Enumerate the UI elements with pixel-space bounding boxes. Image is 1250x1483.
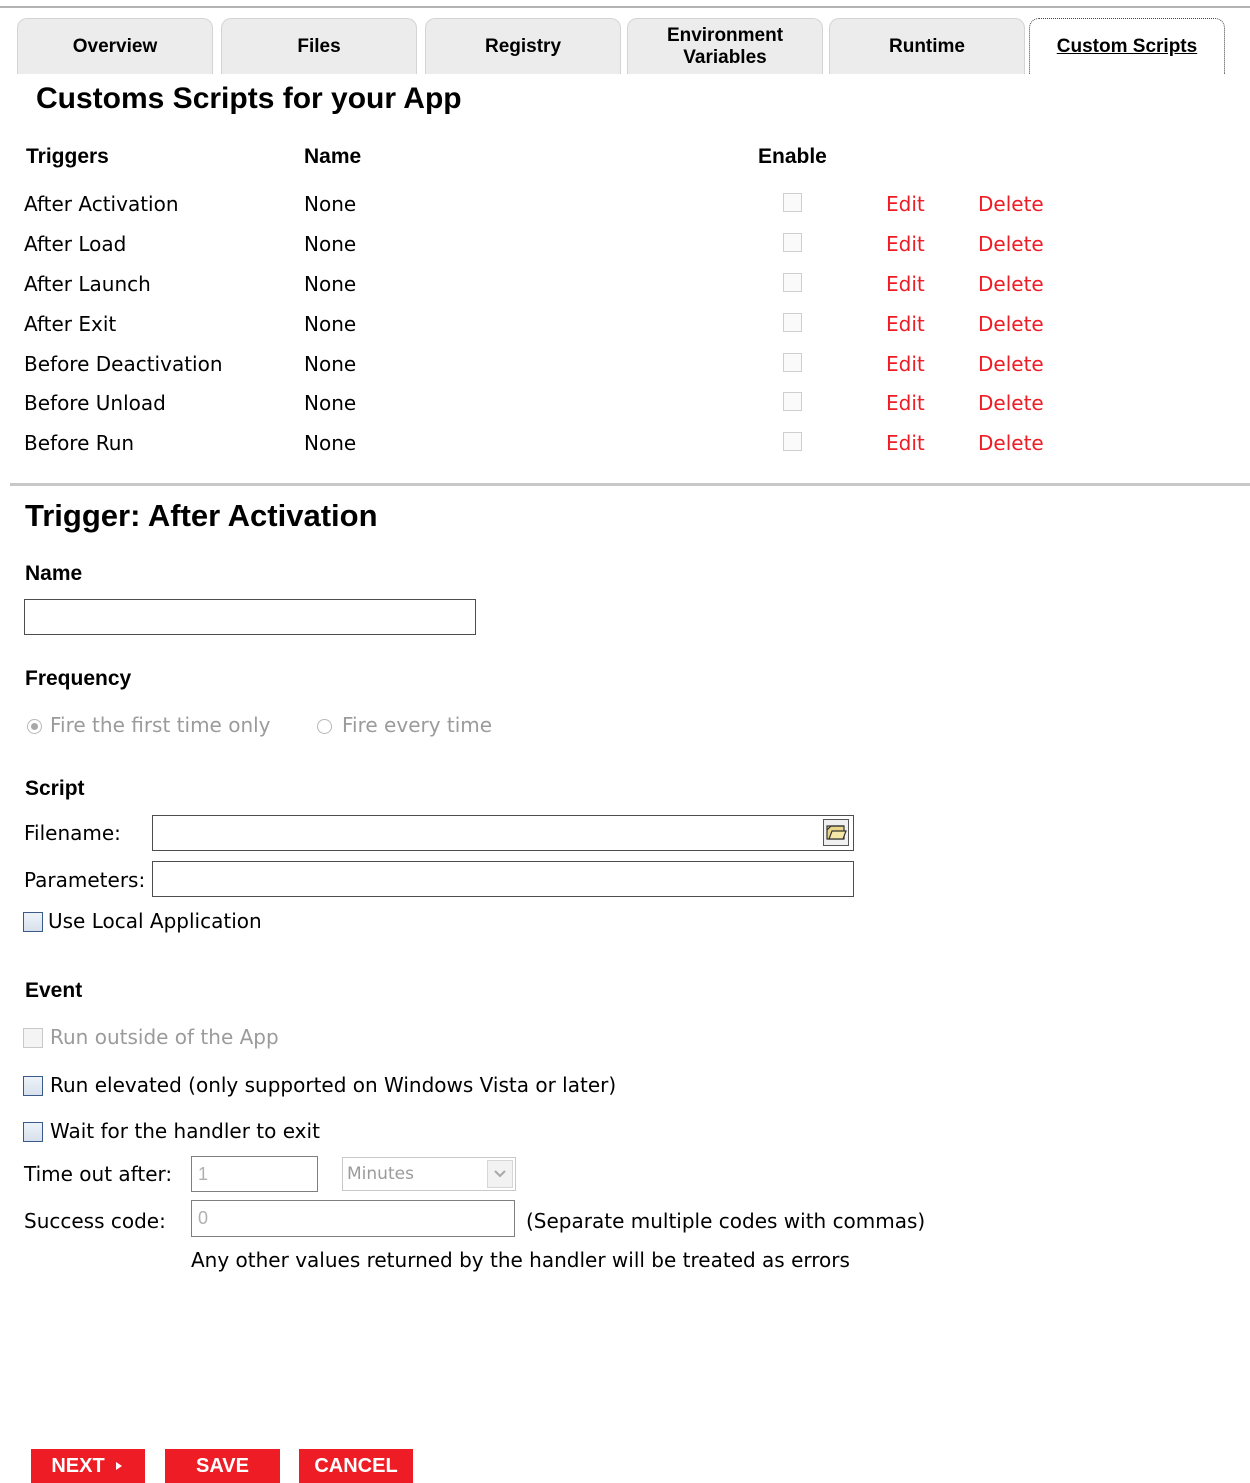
name-cell: None xyxy=(304,312,357,336)
timeout-unit-value: Minutes xyxy=(347,1164,414,1184)
wait-handler-checkbox[interactable] xyxy=(23,1122,43,1142)
delete-link[interactable]: Delete xyxy=(978,311,1044,337)
name-cell: None xyxy=(304,272,357,296)
delete-link[interactable]: Delete xyxy=(978,430,1044,456)
trigger-cell: After Launch xyxy=(24,272,151,296)
edit-link[interactable]: Edit xyxy=(886,231,925,257)
use-local-application-checkbox[interactable] xyxy=(23,912,43,932)
column-header-triggers: Triggers xyxy=(26,145,109,168)
name-input[interactable] xyxy=(24,599,476,635)
enable-checkbox[interactable] xyxy=(783,313,802,332)
edit-link[interactable]: Edit xyxy=(886,430,925,456)
table-row: After Exit None Edit Delete xyxy=(0,311,1250,351)
enable-checkbox[interactable] xyxy=(783,273,802,292)
radio-fire-every-time[interactable] xyxy=(317,719,332,734)
run-elevated-label: Run elevated (only supported on Windows … xyxy=(50,1073,617,1097)
success-code-label: Success code: xyxy=(24,1209,166,1233)
edit-link[interactable]: Edit xyxy=(886,271,925,297)
run-elevated-checkbox[interactable] xyxy=(23,1076,43,1096)
column-header-enable: Enable xyxy=(758,145,827,168)
tab-custom-scripts[interactable]: Custom Scripts xyxy=(1029,18,1225,74)
filename-label: Filename: xyxy=(24,821,121,845)
success-code-hint: (Separate multiple codes with commas) xyxy=(526,1209,926,1233)
next-button[interactable]: NEXT xyxy=(31,1449,145,1483)
trigger-cell: After Activation xyxy=(24,192,179,216)
run-outside-label: Run outside of the App xyxy=(50,1025,279,1049)
timeout-input[interactable] xyxy=(191,1156,318,1192)
tab-overview[interactable]: Overview xyxy=(17,18,213,74)
trigger-cell: Before Deactivation xyxy=(24,352,223,376)
folder-open-icon[interactable] xyxy=(823,819,849,846)
wait-handler-label: Wait for the handler to exit xyxy=(50,1119,320,1143)
name-cell: None xyxy=(304,192,357,216)
parameters-input[interactable] xyxy=(152,861,854,897)
name-cell: None xyxy=(304,232,357,256)
delete-link[interactable]: Delete xyxy=(978,231,1044,257)
save-button[interactable]: SAVE xyxy=(165,1449,280,1483)
errors-note: Any other values returned by the handler… xyxy=(191,1248,850,1272)
delete-link[interactable]: Delete xyxy=(978,351,1044,377)
edit-link[interactable]: Edit xyxy=(886,390,925,416)
name-cell: None xyxy=(304,391,357,415)
enable-checkbox[interactable] xyxy=(783,193,802,212)
tab-environment-variables[interactable]: Environment Variables xyxy=(627,18,823,74)
table-row: Before Unload None Edit Delete xyxy=(0,390,1250,430)
name-cell: None xyxy=(304,352,357,376)
enable-checkbox[interactable] xyxy=(783,353,802,372)
column-header-name: Name xyxy=(304,145,362,168)
timeout-unit-select[interactable]: Minutes xyxy=(342,1157,516,1191)
radio-fire-first-time-label: Fire the first time only xyxy=(50,713,271,737)
enable-checkbox[interactable] xyxy=(783,392,802,411)
delete-link[interactable]: Delete xyxy=(978,191,1044,217)
table-row: After Load None Edit Delete xyxy=(0,231,1250,271)
script-section-label: Script xyxy=(25,777,85,800)
trigger-cell: After Load xyxy=(24,232,127,256)
edit-link[interactable]: Edit xyxy=(886,191,925,217)
trigger-cell: After Exit xyxy=(24,312,117,336)
play-triangle-icon xyxy=(115,1462,122,1470)
tab-files[interactable]: Files xyxy=(221,18,417,74)
table-row: Before Run None Edit Delete xyxy=(0,430,1250,470)
success-code-input[interactable] xyxy=(191,1200,515,1237)
edit-link[interactable]: Edit xyxy=(886,311,925,337)
next-button-label: NEXT xyxy=(51,1454,105,1477)
section-divider xyxy=(10,483,1250,486)
event-section-label: Event xyxy=(25,979,83,1002)
table-row: After Activation None Edit Delete xyxy=(0,191,1250,231)
cancel-button[interactable]: CANCEL xyxy=(299,1449,413,1483)
enable-checkbox[interactable] xyxy=(783,233,802,252)
enable-checkbox[interactable] xyxy=(783,432,802,451)
trigger-cell: Before Unload xyxy=(24,391,166,415)
page-title: Customs Scripts for your App xyxy=(36,82,462,115)
use-local-application-label: Use Local Application xyxy=(48,909,262,933)
timeout-label: Time out after: xyxy=(24,1162,173,1186)
radio-fire-first-time[interactable] xyxy=(27,719,42,734)
tab-runtime[interactable]: Runtime xyxy=(829,18,1025,74)
frequency-section-label: Frequency xyxy=(25,667,132,690)
delete-link[interactable]: Delete xyxy=(978,390,1044,416)
trigger-title: Trigger: After Activation xyxy=(25,498,378,533)
table-row: Before Deactivation None Edit Delete xyxy=(0,351,1250,391)
run-outside-checkbox[interactable] xyxy=(23,1028,43,1048)
tab-registry[interactable]: Registry xyxy=(425,18,621,74)
chevron-down-icon xyxy=(487,1160,513,1188)
trigger-cell: Before Run xyxy=(24,431,135,455)
top-border xyxy=(0,6,1250,8)
name-cell: None xyxy=(304,431,357,455)
radio-fire-every-time-label: Fire every time xyxy=(342,713,493,737)
parameters-label: Parameters: xyxy=(24,868,146,892)
delete-link[interactable]: Delete xyxy=(978,271,1044,297)
filename-input[interactable] xyxy=(152,815,854,851)
name-section-label: Name xyxy=(25,562,83,585)
table-row: After Launch None Edit Delete xyxy=(0,271,1250,311)
edit-link[interactable]: Edit xyxy=(886,351,925,377)
